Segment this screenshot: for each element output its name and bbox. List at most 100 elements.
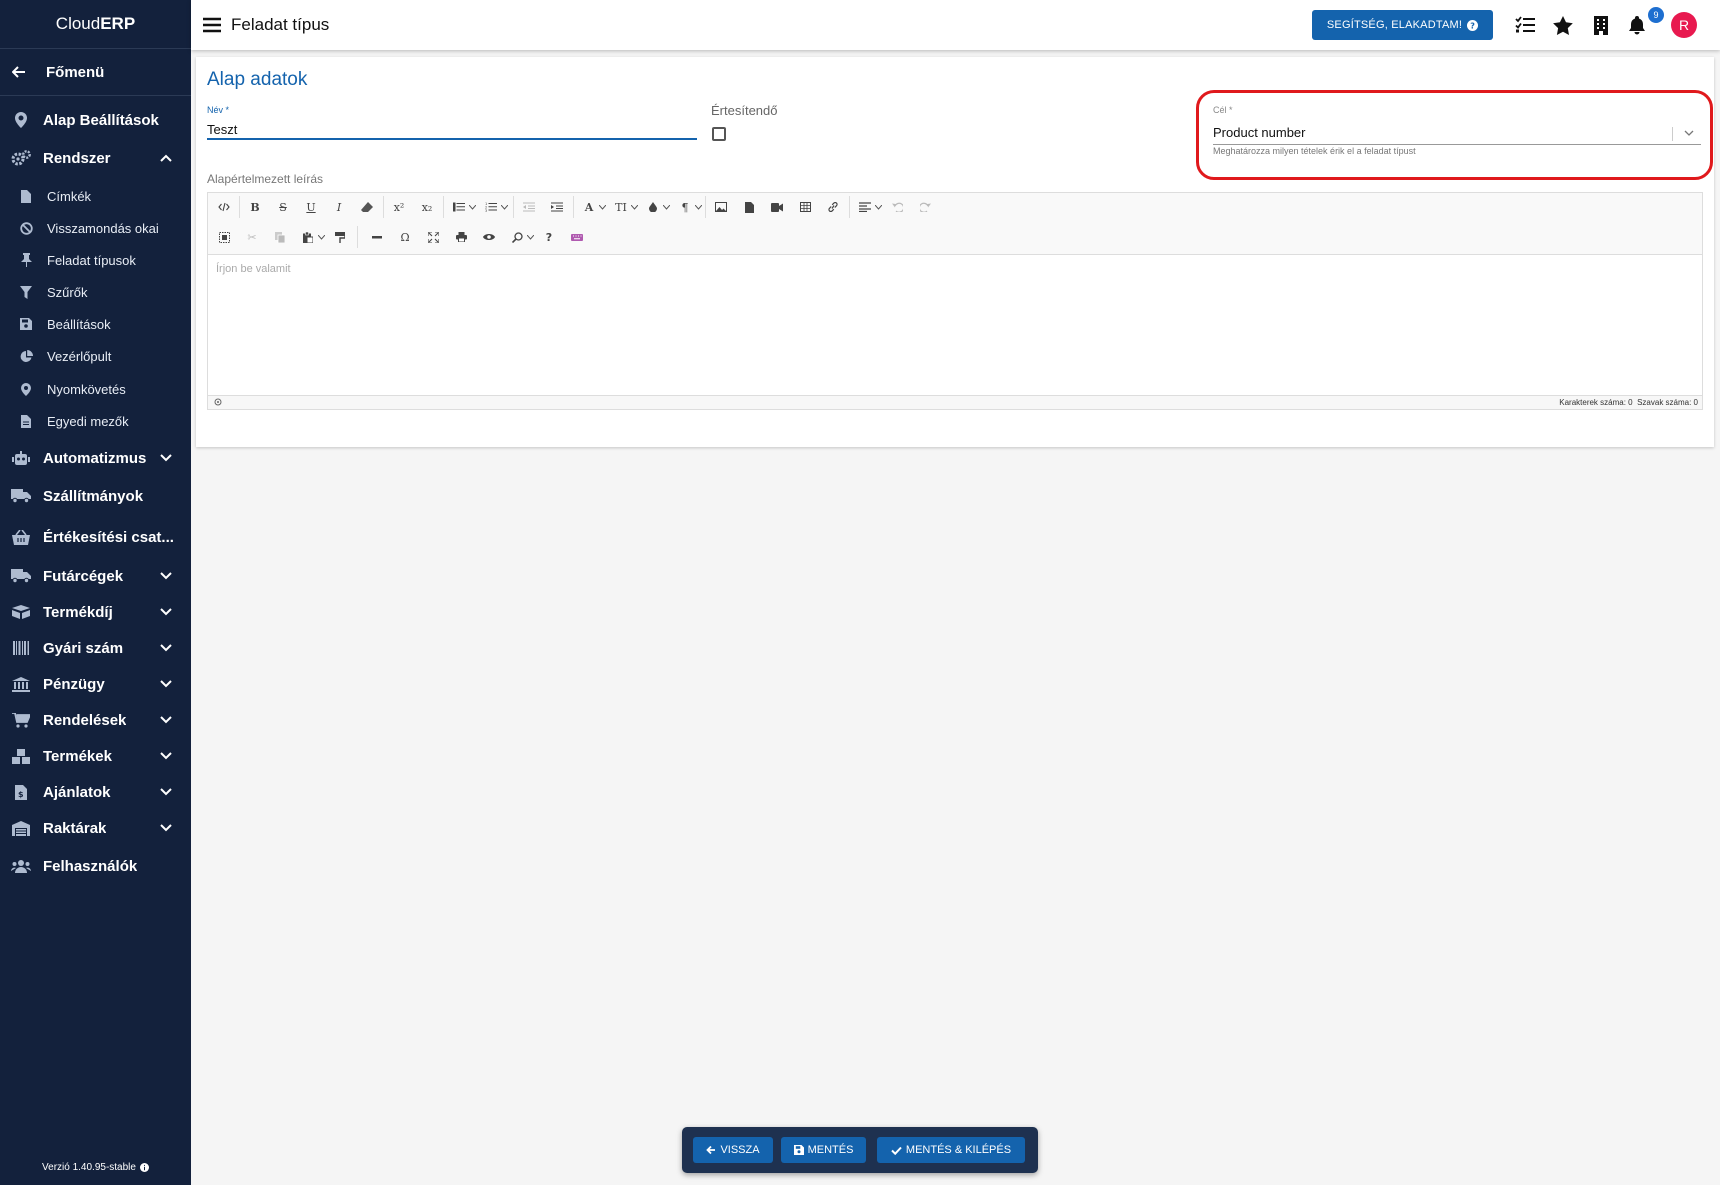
sidebar-item-rendszer[interactable]: Rendszer: [0, 142, 191, 174]
bold-icon[interactable]: B: [244, 196, 266, 218]
strikethrough-icon[interactable]: S: [272, 196, 294, 218]
sidebar-item-termekek[interactable]: Termékek: [0, 740, 191, 772]
image-icon[interactable]: [710, 196, 732, 218]
sidebar-subitem-feladat-tipusok[interactable]: Feladat típusok: [0, 247, 191, 273]
sidebar-subitem-label: Egyedi mezők: [47, 413, 129, 429]
sidebar-subitem-beallitasok[interactable]: Beállítások: [0, 311, 191, 337]
code-view-icon[interactable]: [213, 196, 235, 218]
file-icon[interactable]: [738, 196, 760, 218]
sidebar-item-label: Szállítmányok: [43, 487, 144, 505]
chevron-down-icon[interactable]: [662, 196, 670, 218]
sidebar-item-futarcegek[interactable]: Futárcégek: [0, 560, 191, 592]
sidebar-subitem-nyomkovetes[interactable]: Nyomkövetés: [0, 376, 191, 402]
back-to-main-menu[interactable]: Főmenü: [0, 48, 191, 96]
chevron-down-icon[interactable]: [317, 226, 325, 248]
chevron-down-icon[interactable]: [468, 196, 476, 218]
video-icon[interactable]: [766, 196, 788, 218]
version-label: Verzió 1.40.95-stable: [42, 1162, 136, 1173]
cel-select[interactable]: Product number: [1213, 123, 1701, 145]
redo-icon[interactable]: [914, 196, 936, 218]
name-input[interactable]: [207, 120, 697, 140]
align-icon[interactable]: [854, 196, 876, 218]
link-icon[interactable]: [822, 196, 844, 218]
notify-checkbox[interactable]: [712, 127, 726, 141]
warehouse-icon: [11, 818, 31, 838]
droplet-icon[interactable]: [642, 196, 664, 218]
sidebar-item-raktarak[interactable]: Raktárak: [0, 812, 191, 844]
superscript-icon[interactable]: x²: [388, 196, 410, 218]
scissors-icon[interactable]: ✂: [241, 226, 263, 248]
cel-label: Cél *: [1213, 105, 1233, 115]
info-icon[interactable]: [139, 1163, 149, 1172]
sidebar-item-gyari-szam[interactable]: Gyári szám: [0, 632, 191, 664]
chevron-down-icon[interactable]: [874, 196, 882, 218]
search-icon[interactable]: [506, 226, 528, 248]
eraser-icon[interactable]: [356, 196, 378, 218]
paragraph-icon[interactable]: ¶: [674, 196, 696, 218]
star-icon[interactable]: [1551, 13, 1575, 37]
brand-logo[interactable]: Cloud ERP: [0, 0, 191, 48]
help-icon[interactable]: ?: [538, 226, 560, 248]
chevron-down-icon[interactable]: [598, 196, 606, 218]
horizontal-rule-icon[interactable]: [366, 226, 388, 248]
sidebar-item-label: Ajánlatok: [43, 783, 111, 801]
building-icon[interactable]: [1589, 13, 1613, 37]
subscript-icon[interactable]: x₂: [416, 196, 438, 218]
paste-icon[interactable]: [297, 226, 319, 248]
underline-icon[interactable]: U: [300, 196, 322, 218]
print-icon[interactable]: [450, 226, 472, 248]
help-button[interactable]: SEGÍTSÉG, ELAKADTAM! ?: [1312, 10, 1493, 40]
chevron-down-icon[interactable]: [630, 196, 638, 218]
chevron-down-icon[interactable]: [526, 226, 534, 248]
task-list-icon[interactable]: [1513, 13, 1537, 37]
sidebar-item-alap-beallitasok[interactable]: Alap Beállítások: [0, 104, 191, 136]
sidebar-item-felhasznalok[interactable]: Felhasználók: [0, 850, 191, 882]
chevron-down-icon[interactable]: [500, 196, 508, 218]
format-painter-icon[interactable]: [329, 226, 351, 248]
resize-handle-icon[interactable]: [214, 398, 222, 406]
hamburger-menu-icon[interactable]: [203, 17, 221, 33]
chevron-down-icon: [159, 677, 173, 691]
preview-eye-icon[interactable]: [478, 226, 500, 248]
font-size-icon[interactable]: TI: [610, 196, 632, 218]
sidebar-item-penzugy[interactable]: Pénzügy: [0, 668, 191, 700]
sidebar-item-termekdij[interactable]: Termékdíj: [0, 596, 191, 628]
sidebar-subitem-szurok[interactable]: Szűrők: [0, 279, 191, 305]
outdent-icon[interactable]: [518, 196, 540, 218]
fullscreen-icon[interactable]: [422, 226, 444, 248]
keyboard-icon[interactable]: [566, 226, 588, 248]
cubes-icon: [11, 746, 31, 766]
indent-icon[interactable]: [546, 196, 568, 218]
copy-icon[interactable]: [269, 226, 291, 248]
sidebar-subitem-vezerlopult[interactable]: Vezérlőpult: [0, 343, 191, 369]
sidebar-item-label: Felhasználók: [43, 857, 138, 875]
notify-label: Értesítendő: [711, 103, 778, 118]
editor-content[interactable]: Írjon be valamit: [208, 255, 1702, 335]
sidebar-subitem-egyedi-mezok[interactable]: Egyedi mezők: [0, 408, 191, 434]
table-icon[interactable]: [794, 196, 816, 218]
sidebar-item-label: Raktárak: [43, 819, 107, 837]
sidebar-item-ajanlatok[interactable]: $ Ajánlatok: [0, 776, 191, 808]
undo-icon[interactable]: [886, 196, 908, 218]
sidebar-item-szallitmanyok[interactable]: Szállítmányok: [0, 480, 191, 512]
save-and-exit-button[interactable]: MENTÉS & KILÉPÉS: [877, 1137, 1025, 1163]
sidebar-subitem-cimkek[interactable]: Címkék: [0, 183, 191, 209]
chevron-down-icon[interactable]: [694, 196, 702, 218]
toolbar-divider: [383, 196, 384, 218]
avatar[interactable]: R: [1671, 12, 1697, 38]
back-button[interactable]: VISSZA: [693, 1137, 773, 1163]
omega-icon[interactable]: Ω: [394, 226, 416, 248]
select-all-icon[interactable]: [213, 226, 235, 248]
sidebar-subitem-visszamondas-okai[interactable]: Visszamondás okai: [0, 215, 191, 241]
sidebar-item-automatizmus[interactable]: Automatizmus: [0, 442, 191, 474]
sidebar-item-ertekesitesi-csatornak[interactable]: Értékesítési csat...: [0, 521, 191, 553]
version-info: Verzió 1.40.95-stable: [0, 1162, 191, 1173]
sidebar-item-rendelesek[interactable]: Rendelések: [0, 704, 191, 736]
font-color-icon[interactable]: A: [578, 196, 600, 218]
bell-icon[interactable]: [1625, 13, 1649, 37]
save-and-exit-label: MENTÉS & KILÉPÉS: [905, 1144, 1012, 1156]
save-button[interactable]: MENTÉS: [781, 1137, 866, 1163]
italic-icon[interactable]: I: [328, 196, 350, 218]
ordered-list-icon[interactable]: 123: [480, 196, 502, 218]
bullet-list-icon[interactable]: [448, 196, 470, 218]
